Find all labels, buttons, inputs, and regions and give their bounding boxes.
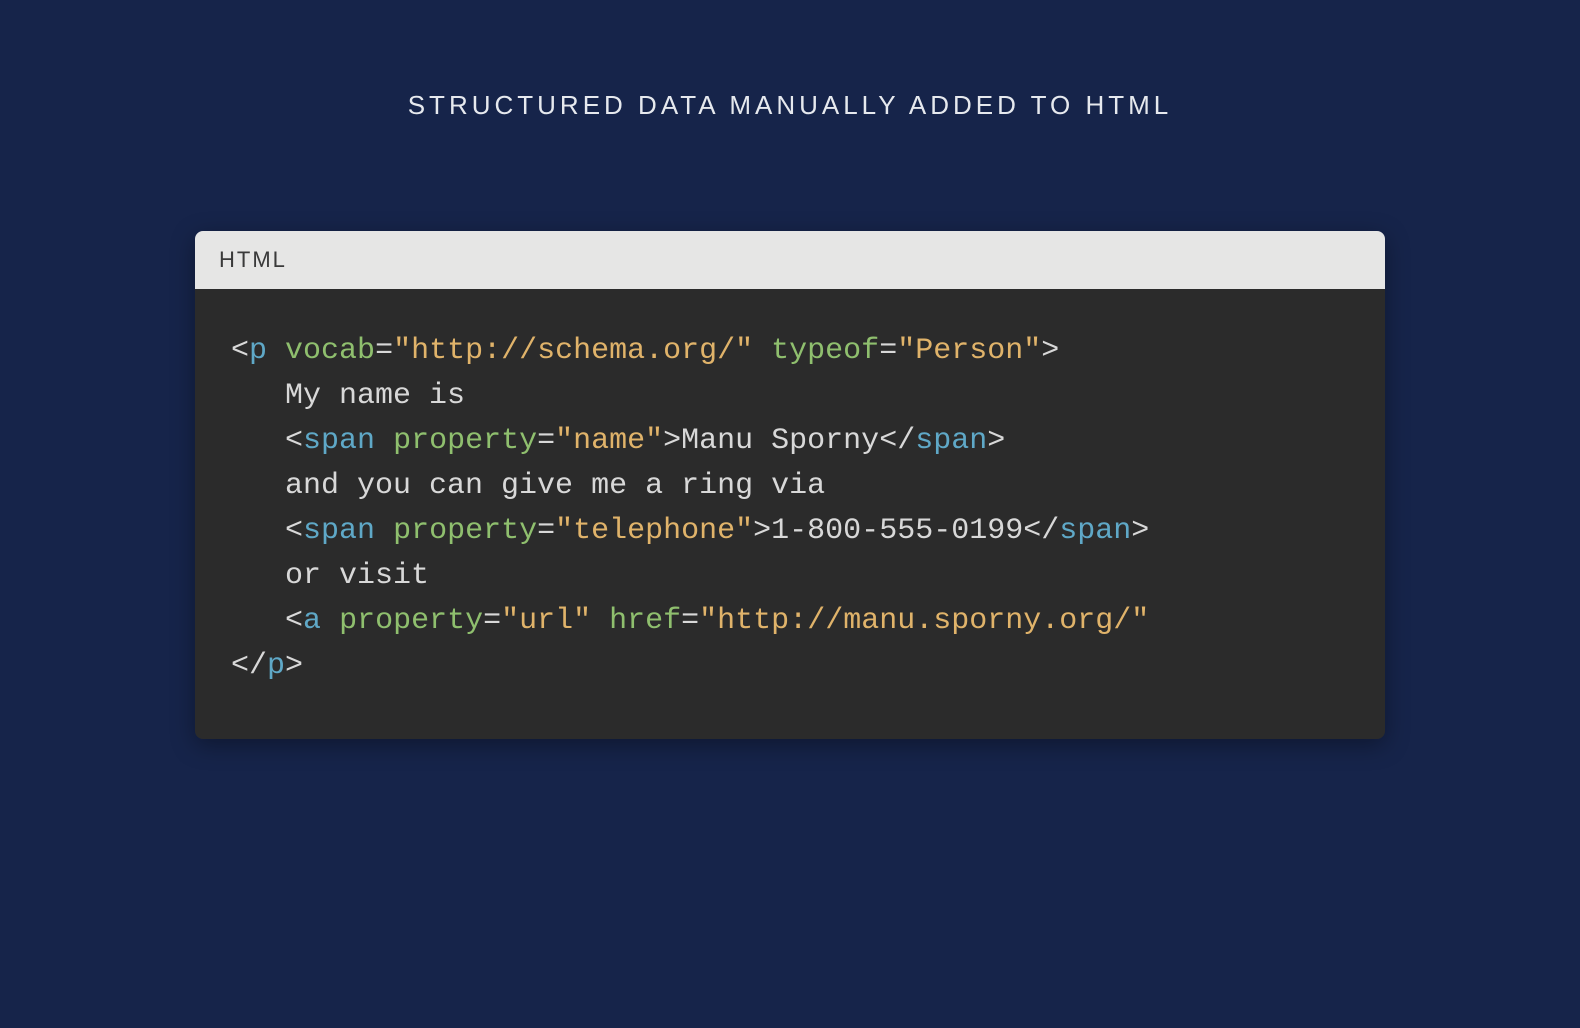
code-token: property [339,604,483,638]
code-token [231,514,285,548]
code-token: p [249,334,267,368]
code-token: < [285,514,303,548]
code-token: "http://schema.org/" [393,334,753,368]
code-token: > [663,424,681,458]
code-token: "http://manu.sporny.org/" [699,604,1149,638]
code-token: property [393,424,537,458]
code-token: span [915,424,987,458]
code-token: a [303,604,321,638]
code-token: Manu Sporny [681,424,879,458]
code-token [231,469,285,503]
code-token: > [1131,514,1149,548]
code-token: typeof [771,334,879,368]
code-token: > [987,424,1005,458]
slide-heading: STRUCTURED DATA MANUALLY ADDED TO HTML [0,90,1580,121]
code-token: </ [879,424,915,458]
code-token [375,514,393,548]
code-token: = [483,604,501,638]
code-card-body: <p vocab="http://schema.org/" typeof="Pe… [195,289,1385,739]
code-token: vocab [285,334,375,368]
code-token: "Person" [897,334,1041,368]
code-token: href [609,604,681,638]
code-token: > [753,514,771,548]
code-token [591,604,609,638]
code-token: My name is [285,379,465,413]
code-token: < [285,604,303,638]
code-token: "telephone" [555,514,753,548]
code-token: span [303,514,375,548]
code-token [753,334,771,368]
code-token: < [285,424,303,458]
code-token: = [681,604,699,638]
code-token: = [879,334,897,368]
code-token: < [231,334,249,368]
code-token [267,334,285,368]
code-token: p [267,649,285,683]
code-token: "name" [555,424,663,458]
code-token: span [303,424,375,458]
code-card-header: HTML [195,231,1385,289]
code-token: = [537,514,555,548]
code-token: or visit [285,559,429,593]
code-token: 1-800-555-0199 [771,514,1023,548]
code-token: property [393,514,537,548]
code-token: > [1041,334,1059,368]
code-token: </ [1023,514,1059,548]
code-token [231,379,285,413]
code-token: span [1059,514,1131,548]
code-card: HTML <p vocab="http://schema.org/" typeo… [195,231,1385,739]
code-token [231,424,285,458]
code-token: > [285,649,303,683]
code-token [231,559,285,593]
code-token: = [537,424,555,458]
code-token [321,604,339,638]
code-token: </ [231,649,267,683]
code-token: "url" [501,604,591,638]
code-token [375,424,393,458]
code-token: and you can give me a ring via [285,469,825,503]
code-token [231,604,285,638]
code-token: = [375,334,393,368]
